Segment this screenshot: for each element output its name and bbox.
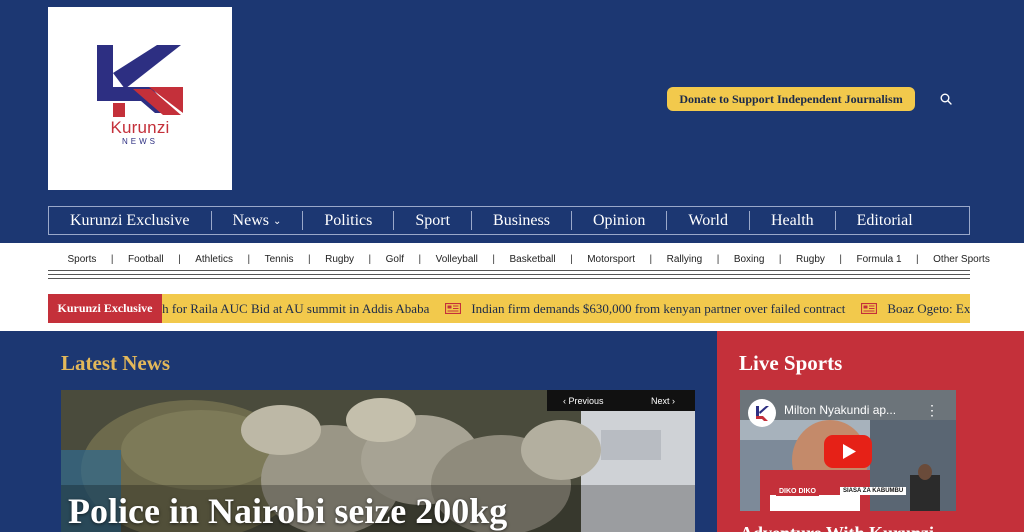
nav-item-editorial[interactable]: Editorial	[834, 211, 934, 230]
newspaper-icon	[861, 303, 878, 314]
sub-nav-item[interactable]: Rallying	[652, 254, 717, 265]
ticker-item[interactable]: Boaz Ogeto: Ex	[887, 301, 970, 317]
sub-nav-item[interactable]: Rugby	[311, 254, 369, 265]
site-logo[interactable]: Kurunzi NEWS	[48, 7, 232, 190]
sub-nav-item[interactable]: Football	[114, 254, 179, 265]
nav-item-sport[interactable]: Sport	[393, 211, 471, 230]
chevron-left-icon: ‹	[563, 395, 566, 406]
channel-avatar[interactable]	[748, 399, 776, 427]
featured-headline[interactable]: Police in Nairobi seize 200kg	[68, 490, 507, 532]
logo-sub: NEWS	[122, 137, 158, 146]
nav-item-health[interactable]: Health	[749, 211, 835, 230]
sub-nav-item[interactable]: Volleyball	[421, 254, 492, 265]
nav-item-kurunzi-exclusive[interactable]: Kurunzi Exclusive	[49, 211, 211, 230]
sub-nav-item[interactable]: Athletics	[181, 254, 248, 265]
section-title-latest-news: Latest News	[61, 351, 171, 375]
donate-button[interactable]: Donate to Support Independent Journalism	[667, 87, 915, 111]
ticker-track: Last-minute push for Raila AUC Bid at AU…	[78, 294, 970, 323]
sub-nav-item[interactable]: Motorsport	[573, 254, 650, 265]
sub-nav-item[interactable]: Formula 1	[842, 254, 916, 265]
divider	[48, 270, 970, 271]
news-ticker: Kurunzi Exclusive Last-minute push for R…	[48, 294, 970, 323]
ticker-item[interactable]: Indian firm demands $630,000 from kenyan…	[471, 301, 845, 317]
live-next-heading[interactable]: Adventure With Kurunzi...	[740, 523, 948, 532]
chevron-right-icon: ›	[672, 395, 675, 406]
previous-button[interactable]: ‹ Previous	[563, 396, 604, 406]
sub-nav-item[interactable]: Rugby	[782, 254, 840, 265]
nav-item-world[interactable]: World	[666, 211, 749, 230]
slider-pager: ‹ Previous Next ›	[547, 390, 695, 411]
logo-word: Kurunzi	[110, 118, 170, 137]
nav-item-opinion[interactable]: Opinion	[570, 211, 666, 230]
video-embed[interactable]: Milton Nyakundi ap... ⋮ DIKO DIKO SIASA …	[740, 390, 956, 511]
ticker-label: Kurunzi Exclusive	[48, 294, 162, 323]
sub-nav-item[interactable]: Other Sports	[919, 254, 1005, 265]
sports-sub-nav: Sports | Football | Athletics | Tennis | Rug…	[53, 251, 1004, 267]
play-button-icon[interactable]	[824, 435, 872, 468]
sub-nav-item[interactable]: Golf	[371, 254, 418, 265]
sub-nav-item[interactable]: Basketball	[495, 254, 570, 265]
search-icon[interactable]	[940, 93, 952, 105]
sub-nav-item[interactable]: Tennis	[250, 254, 308, 265]
live-sports-panel: Live Sports Milton Nyakundi ap... ⋮ DIKO…	[717, 331, 1024, 532]
main-nav: Kurunzi Exclusive News ⌄ Politics Sport B…	[48, 206, 970, 235]
chevron-down-icon: ⌄	[272, 216, 282, 227]
video-caption-left: DIKO DIKO	[776, 487, 819, 496]
next-button[interactable]: Next ›	[651, 396, 675, 406]
nav-item-news[interactable]: News ⌄	[210, 211, 303, 230]
nav-item-politics[interactable]: Politics	[302, 211, 393, 230]
kurunzi-k-icon	[97, 45, 183, 117]
sub-nav-item[interactable]: Sports	[53, 254, 111, 265]
divider	[48, 274, 970, 275]
sub-nav-item[interactable]: Boxing	[719, 254, 779, 265]
nav-item-business[interactable]: Business	[471, 211, 571, 230]
newspaper-icon	[445, 303, 462, 314]
more-options-icon[interactable]: ⋮	[925, 403, 939, 417]
section-title-live-sports: Live Sports	[739, 351, 843, 375]
kurunzi-k-icon	[756, 406, 769, 421]
featured-story[interactable]: ‹ Previous Next › Police in Nairobi seiz…	[61, 390, 695, 532]
video-title[interactable]: Milton Nyakundi ap...	[784, 403, 896, 417]
video-caption-right: SIASA ZA KABUMBU	[840, 487, 907, 495]
divider	[48, 278, 970, 279]
